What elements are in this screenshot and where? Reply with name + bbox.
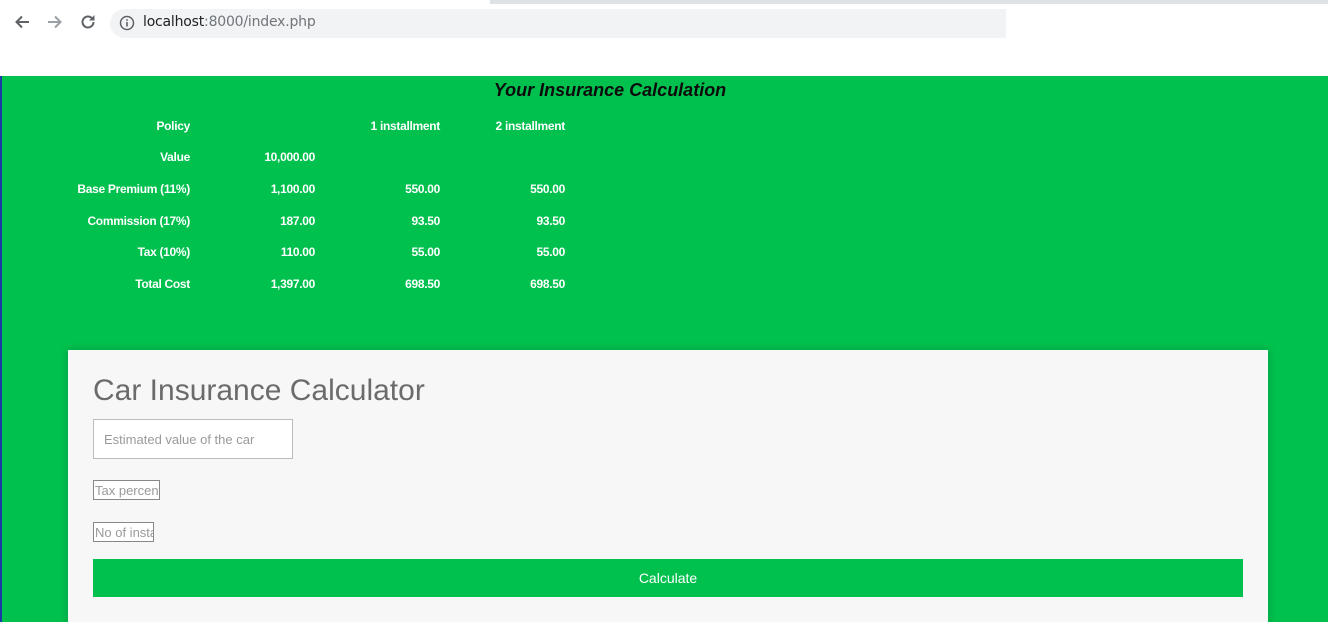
row-total: 187.00 <box>280 213 315 228</box>
header-policy: Policy <box>156 118 190 133</box>
forward-button[interactable] <box>43 10 67 34</box>
address-bar-end <box>1006 9 1040 38</box>
row-installment-1: 550.00 <box>405 181 440 196</box>
results-table-container: Policy 1 installment 2 installment Value… <box>62 110 565 300</box>
row-total: 110.00 <box>280 245 316 260</box>
calculate-button[interactable]: Calculate <box>93 559 1243 597</box>
row-installment-2 <box>440 142 565 174</box>
header-2-installment: 2 installment <box>495 118 566 133</box>
back-button[interactable] <box>10 10 34 34</box>
tax-percentage-input[interactable] <box>93 480 160 500</box>
page-body: Your Insurance Calculation Policy 1 inst… <box>0 76 1328 622</box>
row-total: 1,397.00 <box>270 276 316 291</box>
row-label: Tax (10%) <box>137 245 191 260</box>
row-total: 10,000.00 <box>264 150 315 165</box>
table-row: Total Cost 1,397.00 698.50 698.50 <box>62 268 565 300</box>
forward-arrow-icon <box>48 15 62 29</box>
row-installment-1 <box>315 142 440 174</box>
row-label: Value <box>160 150 190 165</box>
row-installment-1: 55.00 <box>411 245 440 260</box>
header-total <box>190 110 315 142</box>
page-top-white-area <box>0 46 1328 76</box>
results-table: Policy 1 installment 2 installment Value… <box>62 110 565 300</box>
results-header-row: Policy 1 installment 2 installment <box>62 110 565 142</box>
info-icon[interactable] <box>119 15 135 31</box>
table-row: Base Premium (11%) 1,100.00 550.00 550.0… <box>62 173 565 205</box>
url-host: localhost <box>143 14 205 30</box>
active-tab-edge[interactable] <box>0 0 490 4</box>
table-row: Value 10,000.00 <box>62 142 565 174</box>
row-installment-1: 698.50 <box>405 276 440 291</box>
reload-icon <box>81 15 95 29</box>
results-title: Your Insurance Calculation <box>493 80 727 100</box>
row-installment-2: 550.00 <box>530 181 565 196</box>
url-text[interactable]: localhost:8000/index.php <box>143 14 316 30</box>
row-installment-1: 93.50 <box>411 213 440 228</box>
row-installment-2: 93.50 <box>536 213 565 228</box>
browser-toolbar: localhost:8000/index.php <box>0 0 1328 46</box>
table-row: Commission (17%) 187.00 93.50 93.50 <box>62 205 565 237</box>
table-row: Tax (10%) 110.00 55.00 55.00 <box>62 236 566 268</box>
reload-button[interactable] <box>76 10 100 34</box>
back-arrow-icon <box>15 15 29 29</box>
car-value-input[interactable] <box>93 419 293 459</box>
row-label: Base Premium (11%) <box>77 181 190 196</box>
installments-input[interactable] <box>93 522 154 542</box>
header-1-installment: 1 installment <box>370 118 441 133</box>
calculator-card: Car Insurance Calculator Calculate <box>68 350 1268 622</box>
calculator-title: Car Insurance Calculator <box>93 374 425 407</box>
url-path: :8000/index.php <box>204 14 316 30</box>
row-installment-2: 55.00 <box>536 245 565 260</box>
row-label: Commission (17%) <box>87 213 190 228</box>
row-total: 1,100.00 <box>270 181 316 196</box>
row-installment-2: 698.50 <box>530 276 565 291</box>
row-label: Total Cost <box>135 276 190 291</box>
